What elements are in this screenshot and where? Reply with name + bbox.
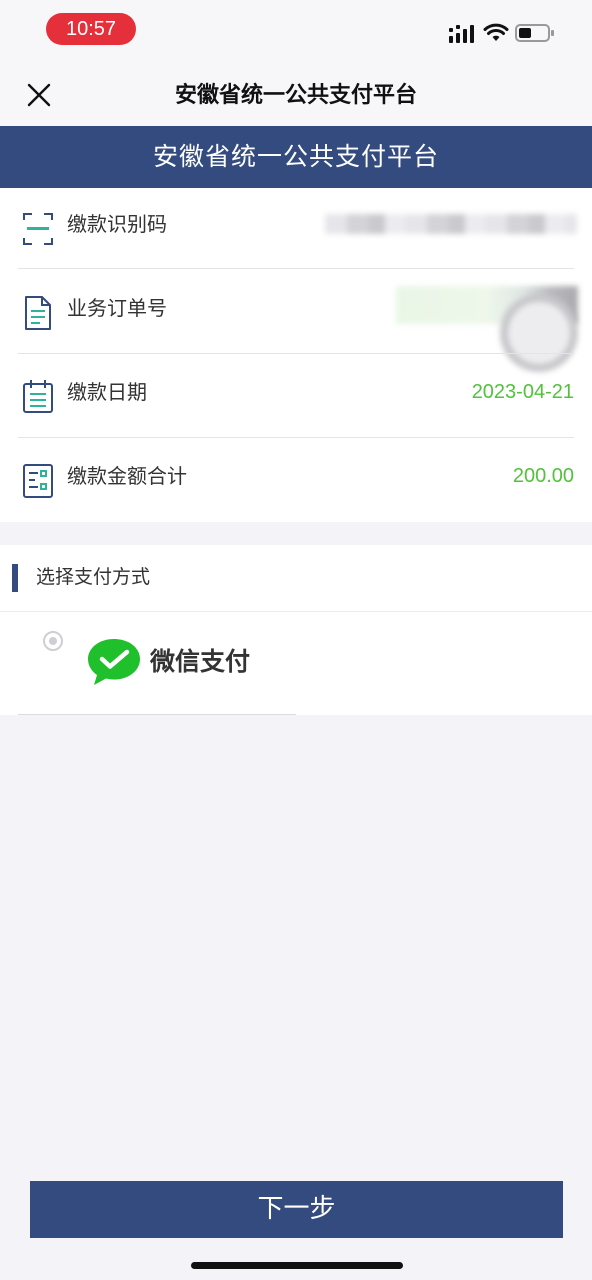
- wifi-icon: [483, 23, 509, 41]
- row-divider: [18, 353, 574, 354]
- payment-code-label: 缴款识别码: [67, 212, 167, 236]
- cellular-signal-icon: [449, 25, 474, 43]
- payment-info-card: 缴款识别码 业务订单号 缴款日期 2023-04-21 缴款金额合计 200.0…: [0, 188, 592, 522]
- payment-date-label: 缴款日期: [67, 380, 147, 404]
- receipt-icon: [23, 464, 53, 498]
- payment-date-row: 缴款日期 2023-04-21: [0, 356, 592, 440]
- payment-method-header: 选择支付方式: [0, 545, 592, 611]
- document-icon: [25, 296, 51, 330]
- section-accent-bar: [12, 564, 18, 592]
- wechat-pay-radio[interactable]: [43, 631, 63, 651]
- row-divider: [18, 437, 574, 438]
- scan-code-icon: [23, 213, 53, 245]
- payment-total-row: 缴款金额合计 200.00: [0, 440, 592, 524]
- payment-code-row: 缴款识别码: [0, 188, 592, 272]
- status-bar: 10:57: [0, 0, 592, 60]
- battery-icon: [515, 24, 554, 42]
- payment-total-value: 200.00: [512, 465, 574, 487]
- payment-method-card: 选择支付方式: [0, 545, 592, 715]
- row-divider: [18, 268, 574, 269]
- option-divider: [18, 714, 296, 715]
- nav-title: 安徽省统一公共支付平台: [174, 83, 417, 108]
- status-time: 10:57: [46, 13, 136, 45]
- platform-banner: 安徽省统一公共支付平台: [0, 126, 592, 188]
- payment-date-value: 2023-04-21: [471, 381, 574, 403]
- home-indicator: [191, 1262, 403, 1269]
- close-icon[interactable]: [26, 82, 52, 108]
- payment-total-label: 缴款金额合计: [67, 464, 187, 488]
- redacted-payment-code: [325, 214, 577, 234]
- payment-method-title: 选择支付方式: [36, 566, 151, 588]
- nav-bar: 安徽省统一公共支付平台: [0, 60, 592, 126]
- order-number-row: 业务订单号: [0, 272, 592, 372]
- wechat-pay-label: 微信支付: [150, 647, 251, 676]
- order-number-label: 业务订单号: [67, 296, 167, 320]
- wechat-pay-icon: [88, 639, 140, 685]
- next-step-button[interactable]: 下一步: [30, 1181, 563, 1238]
- calendar-icon: [23, 380, 53, 413]
